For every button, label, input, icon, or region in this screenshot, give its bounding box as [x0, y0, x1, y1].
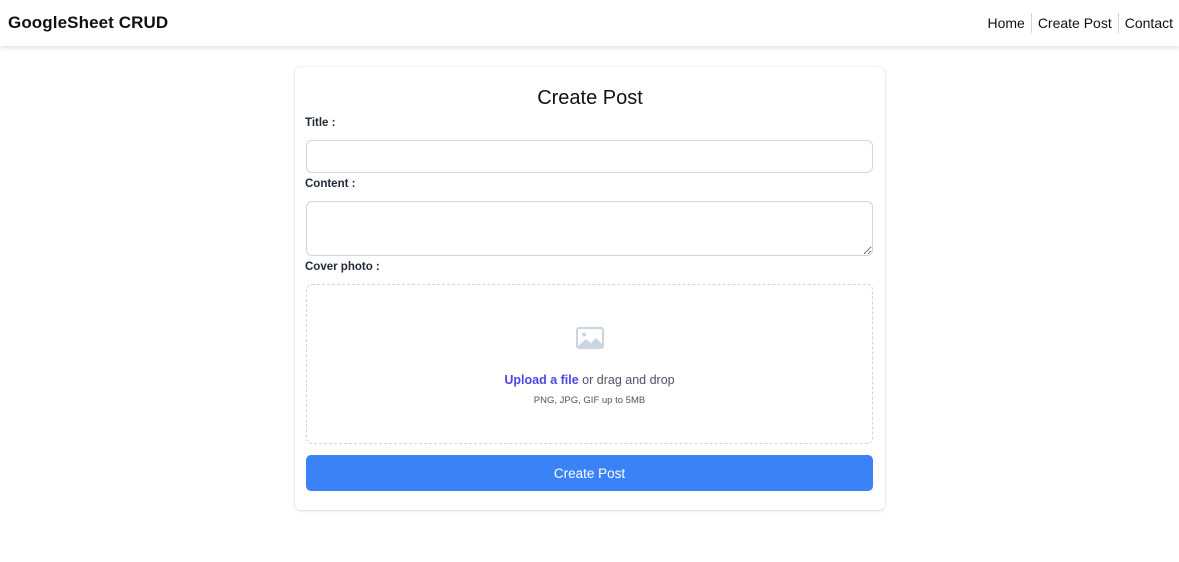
navbar: GoogleSheet CRUD Home Create Post Contac…	[0, 0, 1179, 46]
cover-photo-label: Cover photo :	[305, 261, 380, 273]
page-title: Create Post	[537, 87, 643, 109]
nav-link-contact[interactable]: Contact	[1117, 13, 1173, 33]
brand-title[interactable]: GoogleSheet CRUD	[8, 13, 168, 33]
photo-icon	[576, 327, 604, 349]
title-input[interactable]	[306, 140, 873, 173]
cover-photo-dropzone[interactable]: Upload a file or drag and drop PNG, JPG,…	[306, 284, 873, 444]
content-textarea[interactable]	[306, 201, 873, 256]
upload-file-link[interactable]: Upload a file	[504, 373, 578, 387]
create-post-card: Create Post Title : Content : Cover phot…	[295, 67, 885, 510]
nav-link-create-post[interactable]: Create Post	[1030, 13, 1118, 33]
upload-file-hint: PNG, JPG, GIF up to 5MB	[533, 395, 646, 406]
upload-instructions: Upload a file or drag and drop	[307, 373, 872, 387]
nav-links: Home Create Post Contact	[981, 13, 1173, 33]
nav-link-home[interactable]: Home	[981, 13, 1030, 33]
content-label: Content :	[305, 178, 356, 190]
title-label: Title :	[305, 117, 336, 129]
drag-drop-text: or drag and drop	[578, 373, 675, 387]
create-post-button[interactable]: Create Post	[306, 455, 873, 491]
